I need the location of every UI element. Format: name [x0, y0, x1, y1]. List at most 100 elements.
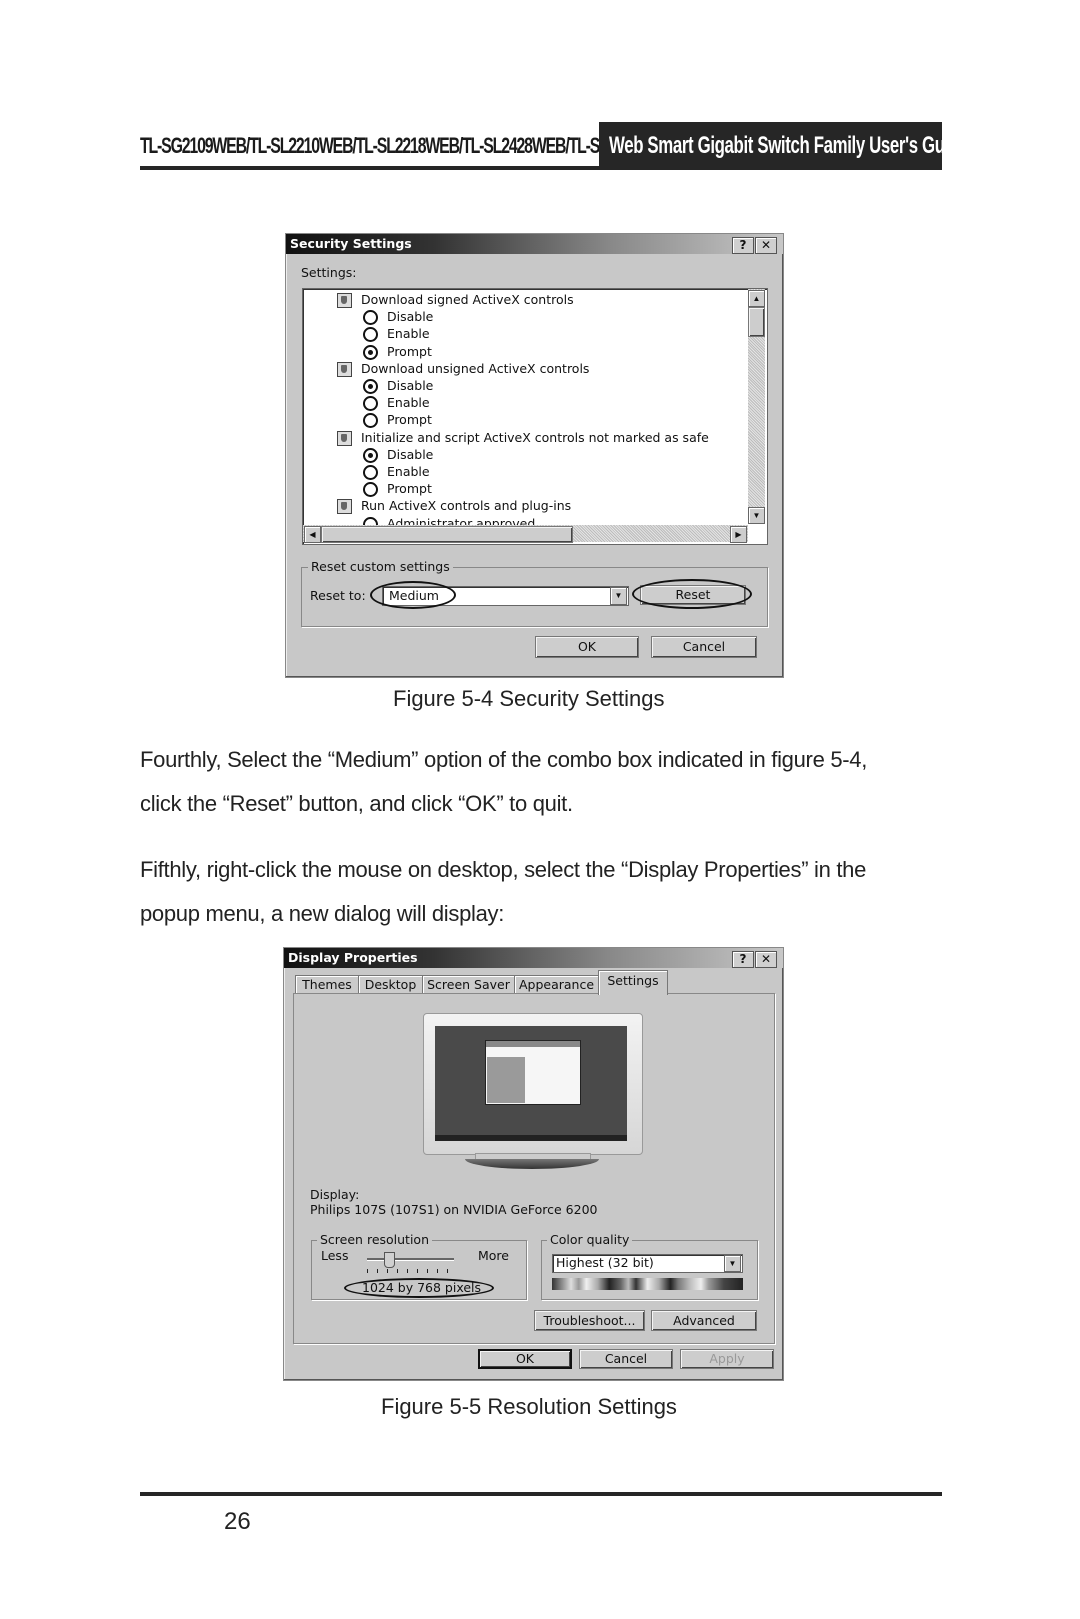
setting-option-label: Disable [387, 378, 434, 393]
help-button[interactable]: ? [732, 951, 754, 968]
paragraph-fifthly: Fifthly, right-click the mouse on deskto… [140, 848, 945, 936]
close-button[interactable]: ✕ [755, 237, 777, 254]
setting-option-label: Enable [387, 395, 430, 411]
setting-category-label: Run ActiveX controls and plug-ins [361, 498, 572, 514]
combo-dropdown-arrow[interactable]: ▼ [724, 1255, 741, 1272]
apply-button[interactable]: Apply [680, 1349, 774, 1369]
footer-rule [140, 1492, 942, 1496]
setting-option[interactable]: Enable [337, 394, 430, 412]
radio-selected-icon[interactable] [363, 344, 378, 360]
ok-button[interactable]: OK [535, 636, 639, 658]
radio-unselected-icon[interactable] [363, 396, 378, 412]
color-quality-value: Highest (32 bit) [556, 1255, 654, 1270]
monitor-preview [423, 1013, 643, 1169]
highlight-ellipse-reset [632, 579, 752, 609]
highlight-ellipse-medium [370, 581, 456, 609]
settings-label: Settings: [301, 265, 357, 280]
paragraph-line: click the “Reset” button, and click “OK”… [140, 791, 573, 816]
scroll-left-arrow[interactable]: ◀ [304, 526, 321, 543]
horizontal-scroll-thumb[interactable] [321, 526, 573, 543]
reset-to-label: Reset to: [310, 588, 366, 603]
setting-option[interactable]: Disable [337, 377, 433, 394]
radio-unselected-icon[interactable] [363, 413, 378, 429]
paragraph-line: popup menu, a new dialog will display: [140, 901, 505, 926]
ok-button[interactable]: OK [478, 1349, 572, 1369]
display-label: Display: [310, 1187, 360, 1202]
more-label: More [478, 1248, 509, 1263]
setting-category-label: Initialize and script ActiveX controls n… [361, 429, 709, 445]
slider-thumb[interactable] [384, 1252, 395, 1268]
tab-appearance[interactable]: Appearance [514, 975, 599, 994]
setting-option-label: Prompt [387, 481, 432, 497]
setting-category-icon [337, 361, 352, 377]
tab-desktop[interactable]: Desktop [358, 975, 423, 994]
scroll-down-arrow[interactable]: ▼ [748, 507, 765, 524]
paragraph-line: Fourthly, Select the “Medium” option of … [140, 747, 868, 772]
color-quality-combobox[interactable]: Highest (32 bit) ▼ [552, 1254, 743, 1273]
close-button[interactable]: ✕ [755, 951, 777, 968]
highlight-ellipse-resolution [344, 1278, 494, 1298]
screen-resolution-label: Screen resolution [317, 1232, 433, 1247]
tab-screen-saver[interactable]: Screen Saver [422, 975, 515, 994]
setting-option-label: Enable [387, 326, 430, 342]
radio-selected-icon[interactable] [363, 379, 378, 394]
setting-category: Download unsigned ActiveX controls [337, 360, 589, 377]
dialog-title: Security Settings [290, 236, 412, 251]
header-guide-title: Web Smart Gigabit Switch Family User's G… [609, 132, 968, 159]
radio-unselected-icon[interactable] [363, 310, 378, 326]
paragraph-fourthly: Fourthly, Select the “Medium” option of … [140, 738, 945, 826]
figure-caption-5-5: Figure 5-5 Resolution Settings [381, 1394, 677, 1419]
setting-category-icon [337, 430, 352, 446]
color-quality-label: Color quality [547, 1232, 633, 1247]
paragraph-line: Fifthly, right-click the mouse on deskto… [140, 857, 867, 882]
preview-taskbar [435, 1135, 627, 1141]
advanced-button[interactable]: Advanced [651, 1310, 757, 1331]
scroll-right-arrow[interactable]: ▶ [730, 526, 747, 543]
setting-option[interactable]: Prompt [337, 343, 432, 360]
setting-option[interactable]: Enable [337, 325, 430, 343]
setting-category: Initialize and script ActiveX controls n… [337, 429, 709, 446]
radio-unselected-icon[interactable] [363, 327, 378, 343]
vertical-scroll-thumb[interactable] [748, 307, 765, 337]
dialog-title-bar: Display Properties [284, 948, 783, 968]
setting-option[interactable]: Enable [337, 463, 430, 480]
header-model-list: TL-SG2109WEB/TL-SL2210WEB/TL-SL2218WEB/T… [140, 133, 673, 158]
settings-listbox[interactable]: Download signed ActiveX controls Disable E… [302, 288, 768, 545]
page-number: 26 [224, 1508, 251, 1535]
tab-themes[interactable]: Themes [295, 975, 359, 994]
setting-option[interactable]: Disable [337, 446, 433, 463]
setting-category-label: Download signed ActiveX controls [361, 292, 574, 307]
setting-category-icon [337, 499, 352, 515]
scroll-up-arrow[interactable]: ▲ [748, 290, 765, 307]
help-button[interactable]: ? [732, 237, 754, 254]
setting-option[interactable]: Prompt [337, 411, 432, 429]
setting-option[interactable]: Disable [337, 308, 434, 326]
dialog-title-bar: Security Settings [286, 234, 783, 254]
setting-category-icon [337, 293, 352, 308]
security-settings-dialog: Security Settings ? ✕ Settings: Download… [285, 233, 784, 678]
radio-unselected-icon[interactable] [363, 482, 378, 498]
radio-selected-icon[interactable] [363, 447, 378, 463]
cancel-button[interactable]: Cancel [651, 636, 757, 658]
cancel-button[interactable]: Cancel [579, 1349, 673, 1369]
setting-option-label: Disable [387, 446, 434, 462]
header-rule [140, 166, 942, 170]
figure-caption-5-4: Figure 5-4 Security Settings [393, 686, 665, 711]
setting-category: Download signed ActiveX controls [337, 291, 574, 308]
setting-option[interactable]: Prompt [337, 480, 432, 498]
tab-settings[interactable]: Settings [598, 970, 668, 995]
setting-option-label: Enable [387, 464, 430, 479]
combo-dropdown-arrow[interactable]: ▼ [610, 587, 627, 605]
color-quality-preview-bar [552, 1278, 743, 1290]
slider-track [367, 1258, 454, 1260]
setting-option-label: Prompt [387, 343, 432, 359]
dialog-title: Display Properties [288, 950, 418, 965]
resolution-slider[interactable] [367, 1252, 454, 1274]
less-label: Less [321, 1248, 349, 1263]
radio-unselected-icon[interactable] [363, 465, 378, 480]
setting-category-label: Download unsigned ActiveX controls [361, 360, 590, 376]
setting-option-label: Disable [387, 309, 434, 325]
troubleshoot-button[interactable]: Troubleshoot... [534, 1310, 645, 1331]
monitor-stand [465, 1159, 599, 1169]
display-value: Philips 107S (107S1) on NVIDIA GeForce 6… [310, 1202, 598, 1217]
